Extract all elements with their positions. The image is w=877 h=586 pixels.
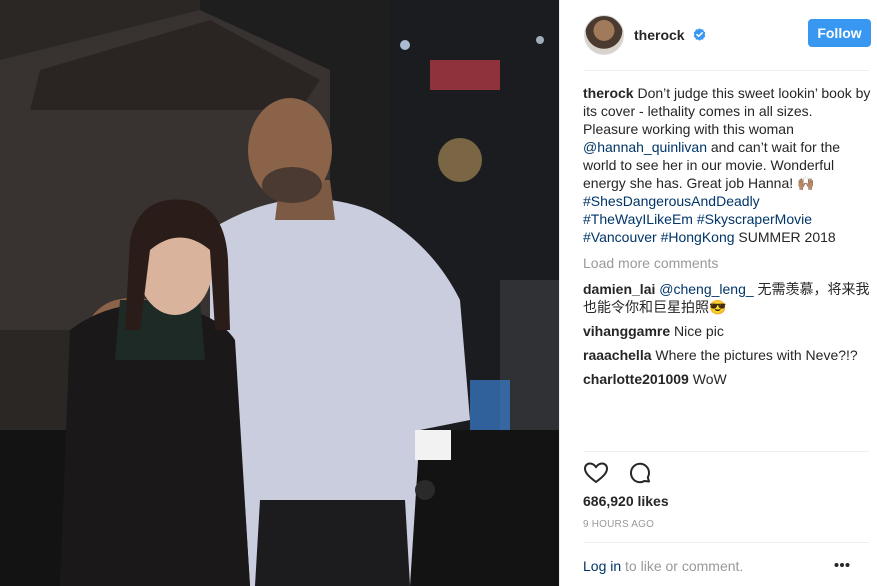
post-side-panel: therock Follow therock Don’t judge this … (559, 0, 877, 586)
more-options-icon[interactable] (834, 562, 850, 568)
comment-username[interactable]: charlotte201009 (583, 371, 689, 387)
author-username[interactable]: therock (634, 27, 706, 43)
comment-text: WoW (688, 371, 727, 387)
comment-username[interactable]: vihanggamre (583, 323, 670, 339)
caption-username[interactable]: therock (583, 85, 634, 101)
hashtag-link[interactable]: #Vancouver (583, 229, 657, 245)
header-divider (584, 70, 869, 71)
photo-illustration (0, 0, 559, 586)
comment-username[interactable]: damien_lai (583, 281, 655, 297)
likes-count[interactable]: 686,920 likes (583, 493, 669, 509)
comment-item: damien_lai @cheng_leng_ 无需羡慕，将来我也能令你和巨星拍… (583, 280, 873, 316)
comment-bubble-icon[interactable] (626, 459, 654, 487)
post-photo[interactable] (0, 0, 559, 586)
hashtag-link[interactable]: #HongKong (661, 229, 735, 245)
comment-item: vihanggamre Nice pic (583, 322, 873, 340)
post-caption: therock Don’t judge this sweet lookin’ b… (583, 84, 873, 246)
comment-username[interactable]: raaachella (583, 347, 652, 363)
post-header: therock Follow (560, 0, 877, 70)
caption-text-2: Pleasure working with this woman (583, 121, 794, 137)
hashtag-link[interactable]: #ShesDangerousAndDeadly (583, 193, 760, 209)
comment-text: Nice pic (670, 323, 724, 339)
comment-item: charlotte201009 WoW (583, 370, 873, 388)
footer-divider (584, 542, 869, 543)
actions-divider (584, 451, 869, 452)
login-prompt: Log in to like or comment. (583, 558, 743, 574)
author-avatar[interactable] (584, 15, 624, 55)
instagram-post: therock Follow therock Don’t judge this … (0, 0, 877, 586)
verified-badge-icon (694, 28, 706, 41)
login-prompt-text: to like or comment. (621, 558, 744, 574)
caption-mention[interactable]: @hannah_quinlivan (583, 139, 707, 155)
follow-button[interactable]: Follow (808, 19, 871, 47)
hashtag-link[interactable]: #SkyscraperMovie (697, 211, 812, 227)
comment-text: Where the pictures with Neve?!? (651, 347, 858, 363)
caption-tail: SUMMER 2018 (734, 229, 836, 245)
hashtag-link[interactable]: #TheWayILikeEm (583, 211, 693, 227)
post-timestamp[interactable]: 9 HOURS AGO (583, 519, 654, 530)
login-link[interactable]: Log in (583, 558, 621, 574)
heart-outline-icon[interactable] (582, 459, 610, 487)
load-more-comments-link[interactable]: Load more comments (583, 254, 873, 272)
comments-list: therock Don’t judge this sweet lookin’ b… (583, 84, 873, 450)
post-actions (582, 459, 654, 487)
comment-item: raaachella Where the pictures with Neve?… (583, 346, 873, 364)
comment-mention[interactable]: @cheng_leng_ (659, 281, 753, 297)
